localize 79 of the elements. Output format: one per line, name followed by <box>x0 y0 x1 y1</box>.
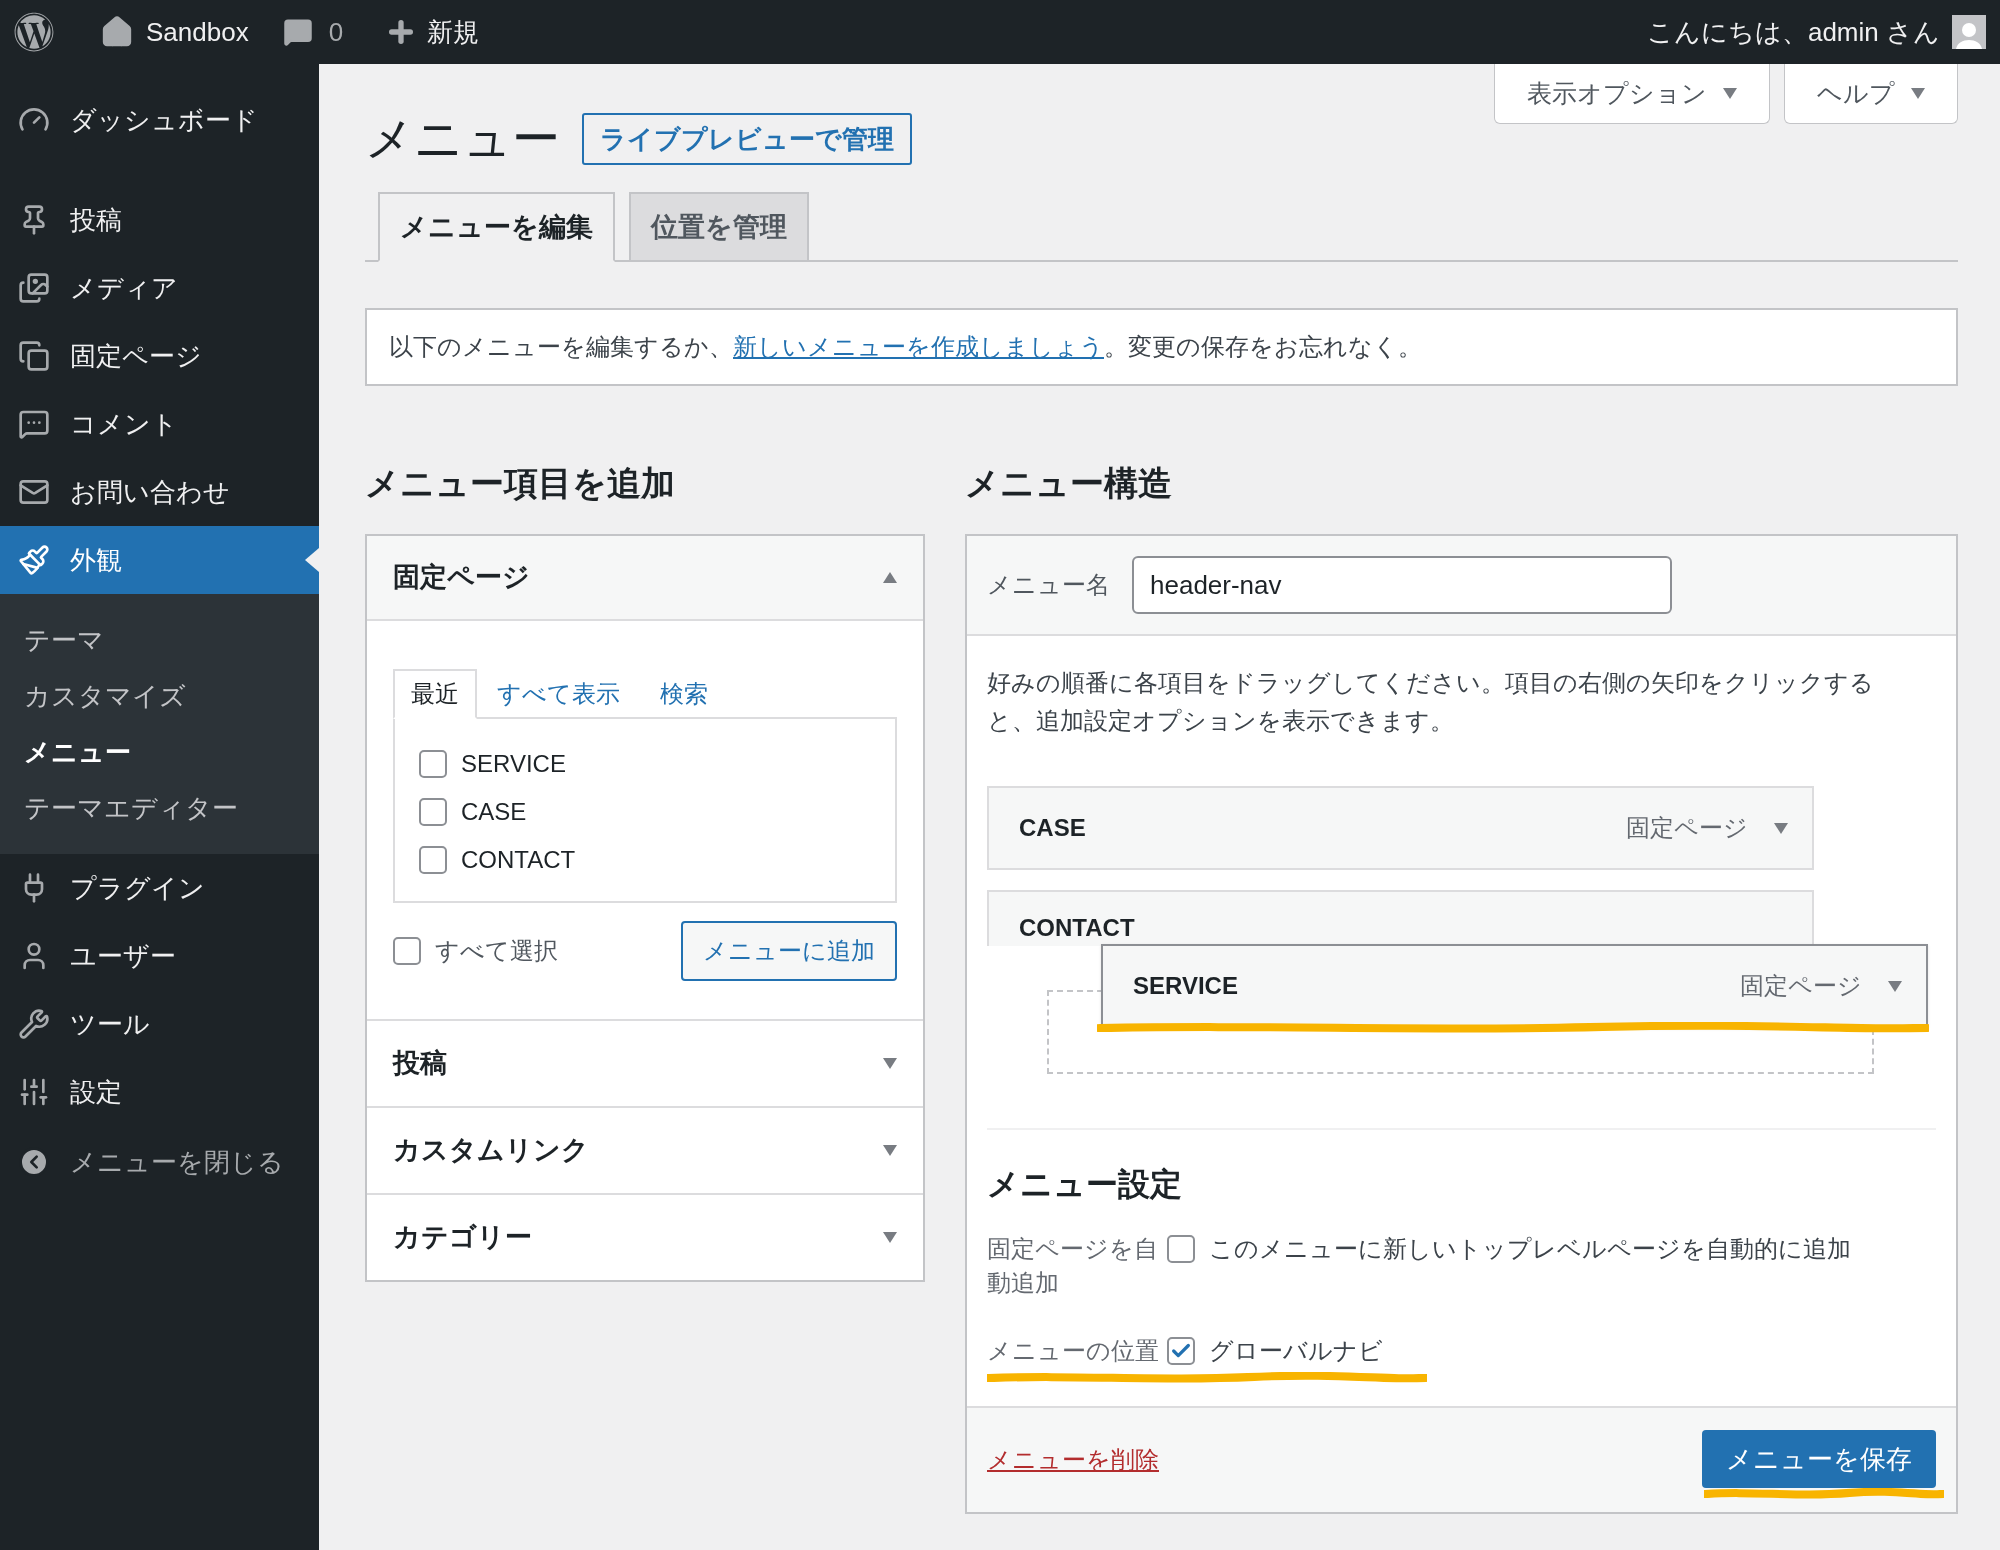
sidebar-item[interactable]: ツール <box>0 990 319 1058</box>
add-to-menu-button[interactable]: メニューに追加 <box>681 921 897 981</box>
accordion-header[interactable]: 投稿 <box>367 1021 923 1106</box>
save-menu-button[interactable]: メニューを保存 <box>1702 1430 1936 1488</box>
select-all-label: すべて選択 <box>435 936 558 966</box>
greeting-link[interactable]: こんにちは、admin さん <box>1646 12 1940 52</box>
accordion-header[interactable]: カテゴリー <box>367 1195 923 1280</box>
checkbox[interactable] <box>419 798 447 826</box>
setting-option-label: このメニューに新しいトップレベルページを自動的に追加 <box>1209 1234 1851 1264</box>
setting-label: 固定ページを自動追加 <box>987 1234 1159 1298</box>
site-name-link[interactable]: Sandbox <box>146 12 249 52</box>
settings-heading: メニュー設定 <box>987 1165 1183 1204</box>
sidebar-item[interactable]: 固定ページ <box>0 322 319 390</box>
caret-up-icon <box>883 572 897 583</box>
images-icon <box>18 272 50 304</box>
sidebar-item[interactable]: メディア <box>0 254 319 322</box>
screen-meta-toggle[interactable]: ヘルプ <box>1784 64 1958 124</box>
checkbox[interactable] <box>1167 1235 1195 1263</box>
live-preview-button[interactable]: ライブプレビューで管理 <box>582 113 912 165</box>
checkbox[interactable] <box>419 750 447 778</box>
page-label: CASE <box>461 797 527 827</box>
menu-name-field[interactable]: header-nav <box>1132 556 1672 614</box>
checkbox[interactable] <box>393 937 421 965</box>
wrench-icon <box>18 1008 50 1040</box>
sidebar-item[interactable]: 外観 <box>0 526 319 594</box>
setting-option-label: グローバルナビ <box>1209 1336 1383 1366</box>
nav-tab[interactable]: 位置を管理 <box>629 192 809 262</box>
panel-tab[interactable]: 検索 <box>640 669 728 719</box>
submenu-item[interactable]: メニュー <box>0 724 319 780</box>
accordion-header[interactable]: カスタムリンク <box>367 1108 923 1193</box>
caret-down-icon <box>883 1232 897 1243</box>
sidebar-item[interactable]: 設定 <box>0 1058 319 1126</box>
new-link[interactable]: 新規 <box>427 12 480 52</box>
wordpress-logo[interactable] <box>14 12 54 52</box>
sidebar-item[interactable]: コメント <box>0 390 319 458</box>
create-menu-link[interactable]: 新しいメニューを作成しましょう <box>733 333 1104 360</box>
checkbox[interactable] <box>1167 1337 1195 1365</box>
notice-text: 以下のメニューを編集するか、新しいメニューを作成しましょう。変更の保存をお忘れなく。 <box>389 332 1422 362</box>
panel-tab[interactable]: すべて表示 <box>477 669 640 719</box>
caret-down-icon <box>883 1058 897 1069</box>
sidebar-item[interactable]: ダッシュボード <box>0 86 319 154</box>
menu-item[interactable]: CASE 固定ページ <box>987 786 1814 870</box>
page-label: CONTACT <box>461 845 576 875</box>
comment-icon[interactable] <box>282 17 313 47</box>
sidebar-item[interactable]: ユーザー <box>0 922 319 990</box>
menu-item[interactable]: CONTACT <box>987 890 1814 946</box>
caret-down-icon <box>1911 88 1925 99</box>
screen-meta-toggle[interactable]: 表示オプション <box>1494 64 1770 124</box>
panel-tab[interactable]: 最近 <box>393 669 477 719</box>
section-heading: メニュー項目を追加 <box>365 463 676 504</box>
pages-icon <box>18 340 50 372</box>
checkbox[interactable] <box>419 846 447 874</box>
current-pointer <box>305 548 319 572</box>
caret-down-icon <box>883 1145 897 1156</box>
accordion-header[interactable]: 固定ページ <box>367 536 923 621</box>
instructions-text: 好みの順番に各項目をドラッグしてください。項目の右側の矢印をクリックすると、追加設定オプションを表示できます。 <box>987 668 1875 736</box>
comment-count[interactable]: 0 <box>328 12 344 52</box>
caret-down-icon <box>1774 822 1788 834</box>
caret-down-icon <box>1888 980 1902 992</box>
sidebar-item[interactable]: お問い合わせ <box>0 458 319 526</box>
caret-down-icon <box>1723 88 1737 99</box>
collapse-menu-button[interactable]: メニューを閉じる <box>0 1128 319 1196</box>
submenu-item[interactable]: カスタマイズ <box>0 668 319 724</box>
page-label: SERVICE <box>461 749 566 779</box>
page-title: メニュー <box>365 111 560 167</box>
sliders-icon <box>18 1076 50 1108</box>
sidebar-item[interactable]: プラグイン <box>0 854 319 922</box>
submenu-item[interactable]: テーマ <box>0 612 319 668</box>
brush-icon <box>18 544 50 576</box>
speech-bubble-icon <box>18 408 50 440</box>
delete-menu-link[interactable]: メニューを削除 <box>987 1442 1159 1478</box>
avatar[interactable] <box>1952 15 1986 49</box>
sidebar-item[interactable]: 投稿 <box>0 186 319 254</box>
section-heading: メニュー構造 <box>965 463 1173 504</box>
menu-name-label: メニュー名 <box>987 570 1110 600</box>
setting-label: メニューの位置 <box>987 1336 1160 1366</box>
nav-tab[interactable]: メニューを編集 <box>378 192 615 262</box>
submenu-item[interactable]: テーマエディター <box>0 780 319 836</box>
home-icon[interactable] <box>100 15 134 49</box>
